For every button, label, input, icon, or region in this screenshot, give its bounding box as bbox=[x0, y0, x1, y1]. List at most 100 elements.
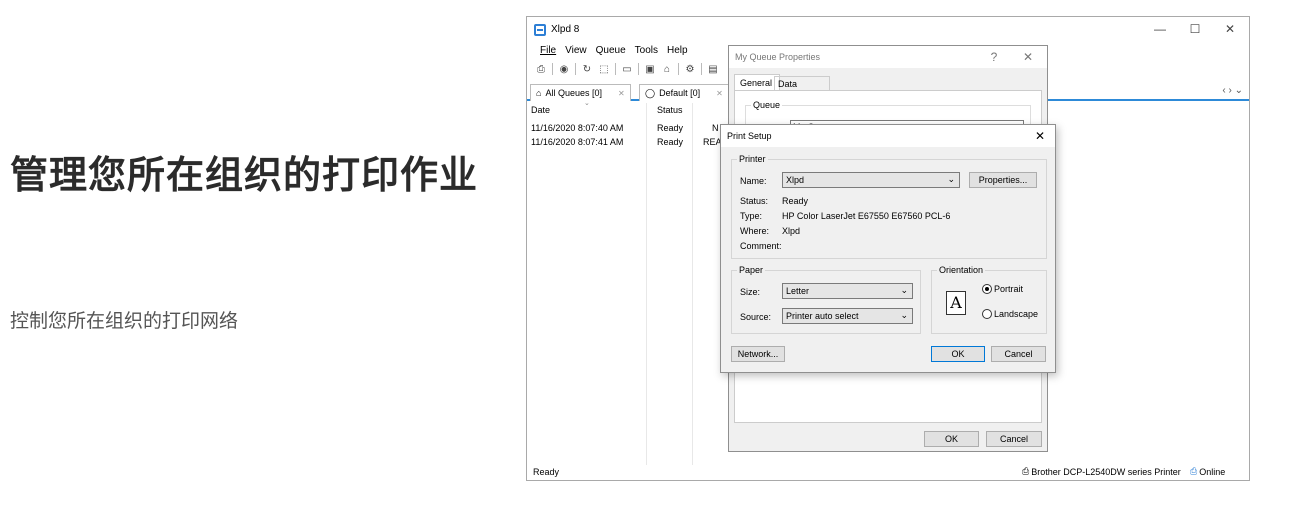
maximize-button[interactable]: ☐ bbox=[1178, 17, 1212, 42]
gear-icon[interactable]: ⚙ bbox=[684, 63, 696, 75]
radio-label: Landscape bbox=[994, 309, 1039, 319]
group-label: Printer bbox=[737, 154, 768, 164]
where-value: Xlpd bbox=[782, 226, 801, 236]
home-icon: ⌂ bbox=[536, 88, 542, 98]
job-date[interactable]: 11/16/2020 8:07:40 AM bbox=[531, 123, 623, 133]
title-bar: Xlpd 8 bbox=[527, 17, 1249, 42]
job-extra[interactable]: N bbox=[712, 123, 719, 133]
dialog-close-button[interactable]: ✕ bbox=[1015, 46, 1041, 68]
menu-help[interactable]: Help bbox=[667, 45, 688, 56]
paper-group: Paper Size: Letter ⌄ Source: Printer aut… bbox=[731, 265, 921, 334]
orientation-group: Orientation A Portrait Landscape bbox=[931, 265, 1047, 334]
job-extra[interactable]: REA bbox=[703, 137, 722, 147]
chevron-down-icon: ⌄ bbox=[900, 285, 908, 295]
portrait-page-icon: A bbox=[946, 291, 966, 315]
menu-queue[interactable]: Queue bbox=[596, 45, 626, 56]
print-setup-dialog: Print Setup ✕ Printer Name: Xlpd ⌄ Prope… bbox=[720, 124, 1056, 373]
dialog-title: Print Setup bbox=[727, 131, 772, 141]
ok-button[interactable]: OK bbox=[931, 346, 985, 362]
status-online: ⎙ Online bbox=[1190, 466, 1225, 477]
status-online-label: Online bbox=[1199, 466, 1226, 477]
group-label: Queue bbox=[751, 100, 783, 110]
job-status[interactable]: Ready bbox=[657, 137, 683, 147]
toolbar-divider bbox=[552, 63, 553, 75]
tab-label: All Queues [0] bbox=[545, 88, 602, 98]
dialog-close-button[interactable]: ✕ bbox=[1027, 125, 1053, 147]
cancel-button[interactable]: Cancel bbox=[986, 431, 1042, 447]
group-label: Paper bbox=[737, 265, 766, 275]
tab-label: Default [0] bbox=[659, 88, 701, 98]
column-divider bbox=[646, 103, 647, 465]
menu-view[interactable]: View bbox=[565, 45, 587, 56]
printer-name-select[interactable]: Xlpd ⌄ bbox=[782, 172, 960, 188]
job-status[interactable]: Ready bbox=[657, 123, 683, 133]
cancel-button[interactable]: Cancel bbox=[991, 346, 1046, 362]
printer-app-icon bbox=[534, 23, 546, 36]
column-divider bbox=[692, 103, 693, 465]
chevron-down-icon: ⌄ bbox=[900, 310, 908, 320]
properties-button[interactable]: Properties... bbox=[969, 172, 1037, 188]
tab-default[interactable]: ◯ Default [0] ✕ bbox=[639, 84, 729, 101]
queue-icon[interactable]: ▭ bbox=[621, 63, 633, 75]
menu-file[interactable]: File bbox=[540, 45, 556, 56]
printer-group: Printer Name: Xlpd ⌄ Properties... Statu… bbox=[731, 154, 1047, 259]
chevron-down-icon: ⌄ bbox=[947, 174, 955, 184]
toolbar-divider bbox=[638, 63, 639, 75]
sort-chevron-icon: ⌄ bbox=[584, 100, 590, 107]
tab-all-queues[interactable]: ⌂ All Queues [0] ✕ bbox=[530, 84, 631, 101]
printer-icon: ⎙ bbox=[1022, 466, 1030, 476]
comment-label: Comment: bbox=[740, 241, 782, 251]
page-title: 管理您所在组织的打印作业 bbox=[10, 153, 479, 197]
edit-icon[interactable]: ▤ bbox=[707, 63, 719, 75]
paper-source-select[interactable]: Printer auto select ⌄ bbox=[782, 308, 913, 324]
job-date[interactable]: 11/16/2020 8:07:41 AM bbox=[531, 137, 623, 147]
toolbar-divider bbox=[615, 63, 616, 75]
column-date[interactable]: Date bbox=[531, 105, 550, 115]
tab-label: General bbox=[740, 78, 773, 88]
name-label: Name: bbox=[740, 176, 767, 186]
column-status[interactable]: Status bbox=[657, 105, 683, 115]
dialog-title-bar: Print Setup bbox=[721, 125, 1055, 147]
ok-button[interactable]: OK bbox=[924, 431, 979, 447]
paper-size-select[interactable]: Letter ⌄ bbox=[782, 283, 913, 299]
minimize-button[interactable]: — bbox=[1143, 17, 1177, 42]
close-icon[interactable]: ✕ bbox=[618, 89, 625, 98]
close-button[interactable]: ✕ bbox=[1213, 17, 1247, 42]
type-label: Type: bbox=[740, 211, 763, 221]
status-printer-name: Brother DCP-L2540DW series Printer bbox=[1031, 466, 1181, 477]
toolbar-divider bbox=[701, 63, 702, 75]
print-icon[interactable]: ⎙ bbox=[535, 63, 547, 75]
window-title: Xlpd 8 bbox=[551, 24, 580, 35]
tab-data-format[interactable]: Data Format bbox=[774, 76, 830, 99]
portrait-radio[interactable]: Portrait bbox=[982, 284, 1023, 294]
home-icon[interactable]: ⌂ bbox=[661, 63, 673, 75]
preview-icon[interactable]: ◉ bbox=[558, 63, 570, 75]
toolbar-divider bbox=[678, 63, 679, 75]
radio-label: Portrait bbox=[994, 284, 1024, 294]
select-icon[interactable]: ⬚ bbox=[598, 63, 610, 75]
toolbar-divider bbox=[575, 63, 576, 75]
selected-value: Xlpd bbox=[786, 175, 805, 185]
close-icon[interactable]: ✕ bbox=[716, 89, 723, 98]
landscape-radio[interactable]: Landscape bbox=[982, 309, 1038, 319]
radio-selected-icon bbox=[982, 284, 992, 294]
selected-value: Printer auto select bbox=[786, 311, 859, 321]
radio-unselected-icon bbox=[982, 309, 992, 319]
status-printer: ⎙ Brother DCP-L2540DW series Printer bbox=[1022, 466, 1181, 477]
dialog-title: My Queue Properties bbox=[735, 52, 821, 62]
help-button[interactable]: ? bbox=[981, 46, 1007, 68]
menu-tools[interactable]: Tools bbox=[635, 45, 658, 56]
network-button[interactable]: Network... bbox=[731, 346, 785, 362]
size-label: Size: bbox=[740, 287, 761, 297]
add-queue-icon[interactable]: ▣ bbox=[644, 63, 656, 75]
status-text: Ready bbox=[533, 466, 560, 477]
type-value: HP Color LaserJet E67550 E67560 PCL-6 bbox=[782, 211, 951, 221]
status-value: Ready bbox=[782, 196, 809, 206]
status-label: Status: bbox=[740, 196, 769, 206]
circle-icon: ◯ bbox=[645, 87, 656, 98]
group-label: Orientation bbox=[937, 265, 986, 275]
refresh-icon[interactable]: ↻ bbox=[581, 63, 593, 75]
where-label: Where: bbox=[740, 226, 770, 236]
printer-online-icon: ⎙ bbox=[1190, 466, 1198, 476]
tab-scroll-icon[interactable]: ‹ › ⌄ bbox=[1222, 85, 1243, 96]
